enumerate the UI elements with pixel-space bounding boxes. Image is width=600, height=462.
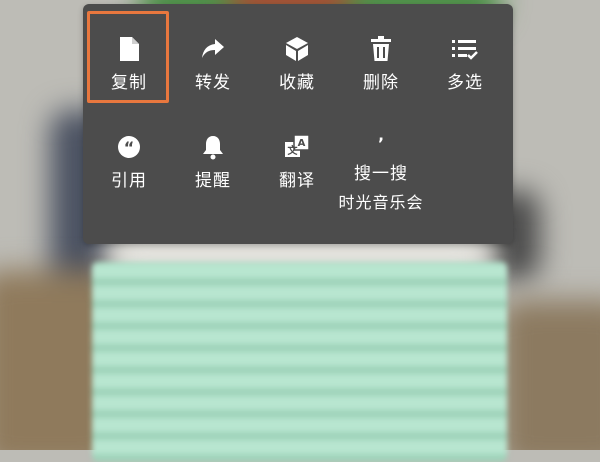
menu-item-label: 引用 <box>111 171 147 191</box>
blurred-message-bubble[interactable] <box>92 262 507 462</box>
menu-item-sublabel: 时光音乐会 <box>338 193 424 212</box>
trash-icon <box>368 36 394 62</box>
svg-text:A: A <box>298 138 306 149</box>
menu-item-search[interactable]: ’ 搜一搜 时光音乐会 <box>339 112 423 212</box>
menu-item-label: 转发 <box>195 73 231 93</box>
menu-item-label: 多选 <box>447 73 483 93</box>
forward-arrow-icon <box>200 36 226 62</box>
translate-icon: 文A <box>284 134 310 160</box>
menu-item-label: 删除 <box>363 73 399 93</box>
menu-item-forward[interactable]: 转发 <box>171 14 255 110</box>
menu-item-label: 搜一搜 <box>354 164 408 184</box>
bell-icon <box>200 134 226 160</box>
menu-item-remind[interactable]: 提醒 <box>171 112 255 208</box>
cube-icon <box>284 36 310 62</box>
menu-item-translate[interactable]: 文A 翻译 <box>255 112 339 208</box>
quote-icon: “ <box>116 134 142 160</box>
svg-text:“: “ <box>124 138 135 157</box>
menu-item-label: 收藏 <box>279 73 315 93</box>
copy-highlight-box <box>87 11 169 103</box>
message-context-menu: 复制 转发 收藏 删除 多选 “ 引用 提醒 文 A 翻译 ’ 搜一搜 时光音乐… <box>83 4 513 244</box>
apostrophe-icon: ’ <box>377 134 385 153</box>
menu-item-label: 提醒 <box>195 171 231 191</box>
menu-item-quote[interactable]: “ 引用 <box>87 112 171 208</box>
checklist-icon <box>452 36 478 62</box>
background-shape <box>500 300 600 450</box>
menu-item-favorite[interactable]: 收藏 <box>255 14 339 110</box>
menu-item-multiselect[interactable]: 多选 <box>423 14 507 110</box>
menu-item-label: 翻译 <box>279 171 315 191</box>
menu-item-delete[interactable]: 删除 <box>339 14 423 110</box>
